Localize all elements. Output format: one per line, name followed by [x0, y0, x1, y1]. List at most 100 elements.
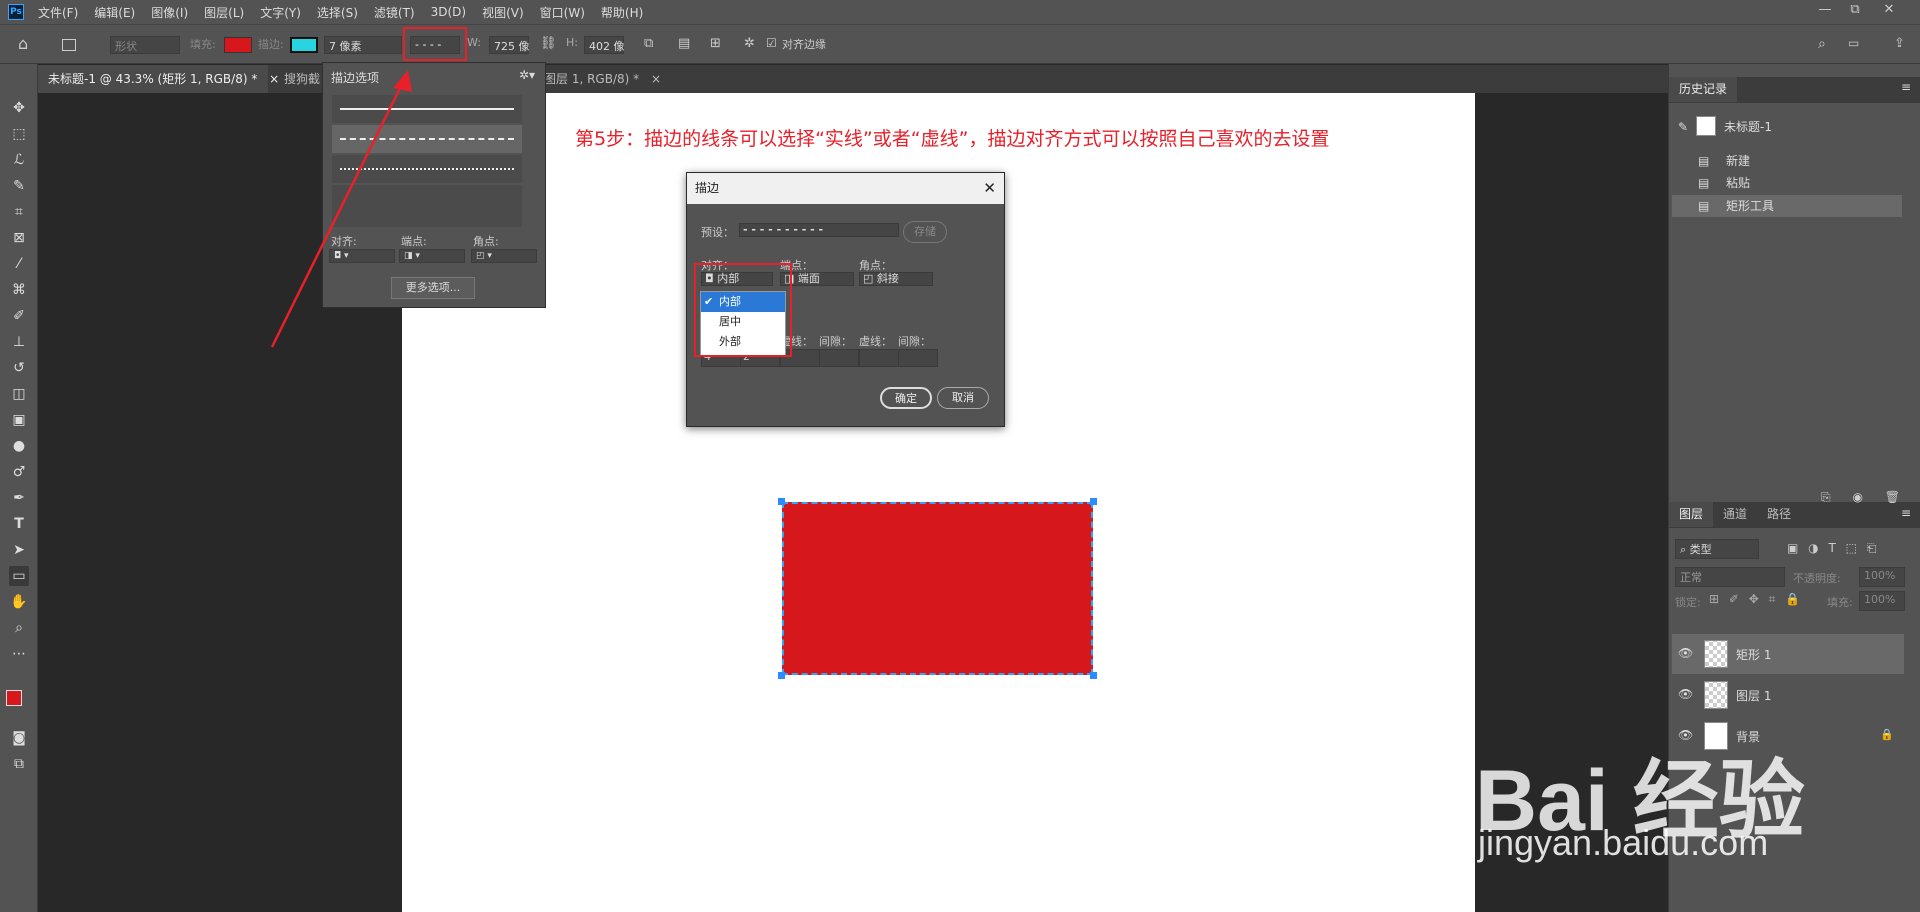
fill-field[interactable]: 100% — [1859, 591, 1905, 611]
menu-filter[interactable]: 滤镜(T) — [366, 4, 423, 21]
home-icon[interactable]: ⌂ — [18, 34, 28, 53]
eye-icon[interactable]: 👁 — [1678, 687, 1693, 701]
panel-menu-icon[interactable]: ≡ — [1901, 506, 1911, 520]
lasso-tool-icon[interactable]: ℒ — [9, 150, 29, 170]
corner-handle[interactable] — [1090, 672, 1097, 679]
align-edges-checkbox[interactable]: ☑ — [766, 36, 777, 54]
history-brush-icon[interactable]: ↺ — [9, 358, 29, 378]
opacity-field[interactable]: 100% — [1859, 567, 1905, 587]
healing-brush-icon[interactable]: ⌘ — [9, 280, 29, 300]
blur-tool-icon[interactable]: ● — [9, 436, 29, 456]
trash-icon[interactable]: 🗑 — [1885, 490, 1900, 504]
shape-mode-select[interactable]: 形状 — [110, 36, 180, 54]
zoom-tool-icon[interactable]: ⌕ — [9, 618, 29, 638]
corners-select[interactable]: ◰ ▾ — [471, 249, 537, 263]
path-arrangement-icon[interactable]: ⊞ — [710, 36, 721, 54]
dash-field-3[interactable] — [859, 349, 899, 367]
eyedropper-icon[interactable]: ⁄ — [9, 254, 29, 274]
menu-3d[interactable]: 3D(D) — [423, 5, 474, 19]
corners-select[interactable]: ◰ 斜接 — [859, 272, 933, 286]
path-alignment-icon[interactable]: ▤ — [678, 36, 690, 54]
tab-layers[interactable]: 图层 — [1669, 502, 1714, 527]
history-item[interactable]: ▤ 粘贴 — [1672, 172, 1902, 194]
pen-tool-icon[interactable]: ✒ — [9, 488, 29, 508]
more-tools-icon[interactable]: ⋯ — [9, 644, 29, 664]
close-window-button[interactable]: ✕ — [1876, 2, 1902, 20]
menu-view[interactable]: 视图(V) — [474, 4, 532, 21]
share-icon[interactable]: ⇪ — [1894, 36, 1905, 54]
menu-edit[interactable]: 编辑(E) — [86, 4, 143, 21]
path-operations-icon[interactable]: ⧉ — [644, 36, 653, 54]
eraser-icon[interactable]: ◫ — [9, 384, 29, 404]
rectangle-tool-preset-icon[interactable] — [62, 39, 76, 51]
menu-select[interactable]: 选择(S) — [309, 4, 366, 21]
save-preset-button[interactable]: 存储 — [903, 221, 947, 243]
gear-icon[interactable]: ✲ — [744, 36, 755, 54]
layer-filter-select[interactable]: ⌕ 类型 — [1675, 539, 1759, 559]
quick-selection-icon[interactable]: ✎ — [9, 176, 29, 196]
hand-tool-icon[interactable]: ✋ — [9, 592, 29, 612]
camera-icon[interactable]: ◉ — [1852, 490, 1862, 504]
restore-button[interactable]: ⧉ — [1842, 2, 1868, 20]
stroke-color-swatch[interactable] — [290, 37, 318, 53]
lock-all-icon[interactable]: 🔒 — [1785, 592, 1800, 606]
type-filter-icon[interactable]: T — [1828, 541, 1835, 555]
history-item-active[interactable]: ▤ 矩形工具 — [1672, 195, 1902, 217]
workspace-icon[interactable]: ▭ — [1848, 36, 1859, 54]
history-item[interactable]: ▤ 新建 — [1672, 150, 1902, 172]
fill-color-swatch[interactable] — [224, 37, 252, 53]
gear-icon[interactable]: ✲▾ — [519, 68, 535, 82]
tab-history[interactable]: 历史记录 — [1669, 77, 1738, 102]
screen-mode-icon[interactable]: ⧉ — [9, 754, 29, 774]
close-icon[interactable]: ✕ — [983, 173, 996, 204]
ok-button[interactable]: 确定 — [880, 387, 932, 409]
corner-handle[interactable] — [1090, 498, 1097, 505]
frame-tool-icon[interactable]: ⊠ — [9, 228, 29, 248]
tab-channels[interactable]: 通道 — [1713, 502, 1757, 527]
rectangle-tool-icon[interactable]: ▭ — [9, 566, 29, 586]
tab-layer-1[interactable]: 图层 1, RGB/8) * × — [534, 65, 671, 93]
foreground-color-swatch[interactable] — [6, 690, 22, 706]
gap-field-2[interactable] — [819, 349, 859, 367]
menu-help[interactable]: 帮助(H) — [593, 4, 651, 21]
quick-mask-icon[interactable]: ◙ — [9, 728, 29, 748]
lock-pixels-icon[interactable]: ✐ — [1729, 592, 1739, 606]
layer-rectangle-1[interactable]: 👁 矩形 1 — [1672, 634, 1904, 674]
clone-stamp-icon[interactable]: ⊥ — [9, 332, 29, 352]
tab-close-icon[interactable]: × — [651, 72, 661, 86]
menu-file[interactable]: 文件(F) — [30, 4, 86, 21]
gradient-tool-icon[interactable]: ▣ — [9, 410, 29, 430]
image-filter-icon[interactable]: ▣ — [1787, 541, 1798, 555]
adjustment-filter-icon[interactable]: ◑ — [1808, 541, 1818, 555]
corner-handle[interactable] — [778, 498, 785, 505]
width-field[interactable]: 725 像 — [489, 36, 530, 54]
shape-filter-icon[interactable]: ⬚ — [1846, 541, 1857, 555]
lock-position-icon[interactable]: ✥ — [1749, 592, 1759, 606]
tab-untitled-1[interactable]: 未标题-1 @ 43.3% (矩形 1, RGB/8) * × — [38, 65, 279, 93]
stroke-width-field[interactable]: 7 像素 — [324, 36, 402, 54]
dodge-tool-icon[interactable]: ♂ — [9, 462, 29, 482]
brush-tool-icon[interactable]: ✐ — [9, 306, 29, 326]
eye-icon[interactable]: 👁 — [1678, 646, 1693, 660]
height-field[interactable]: 402 像 — [584, 36, 625, 54]
layer-1[interactable]: 👁 图层 1 — [1672, 675, 1904, 715]
history-snapshot[interactable]: ✎ 未标题-1 — [1672, 116, 1902, 138]
smart-object-filter-icon[interactable]: ⎗ — [1867, 541, 1877, 555]
menu-layer[interactable]: 图层(L) — [196, 4, 252, 21]
minimize-button[interactable]: — — [1812, 2, 1838, 20]
marquee-tool-icon[interactable]: ⬚ — [9, 124, 29, 144]
lock-artboard-icon[interactable]: ⌗ — [1769, 592, 1776, 606]
gap-field-3[interactable] — [898, 349, 938, 367]
menu-image[interactable]: 图像(I) — [143, 4, 196, 21]
menu-window[interactable]: 窗口(W) — [532, 4, 593, 21]
crop-tool-icon[interactable]: ⌗ — [9, 202, 29, 222]
blend-mode-select[interactable]: 正常 — [1675, 567, 1785, 587]
lock-transparent-icon[interactable]: ⊞ — [1709, 592, 1719, 606]
panel-menu-icon[interactable]: ≡ — [1901, 80, 1911, 94]
menu-type[interactable]: 文字(Y) — [252, 4, 309, 21]
new-document-icon[interactable]: ⎘ — [1821, 490, 1831, 504]
preset-select[interactable]: - - - - - - - - - - — [739, 223, 899, 237]
search-icon[interactable]: ⌕ — [1818, 36, 1826, 54]
type-tool-icon[interactable]: T — [9, 514, 29, 534]
link-icon[interactable]: ⛓ — [540, 36, 557, 54]
